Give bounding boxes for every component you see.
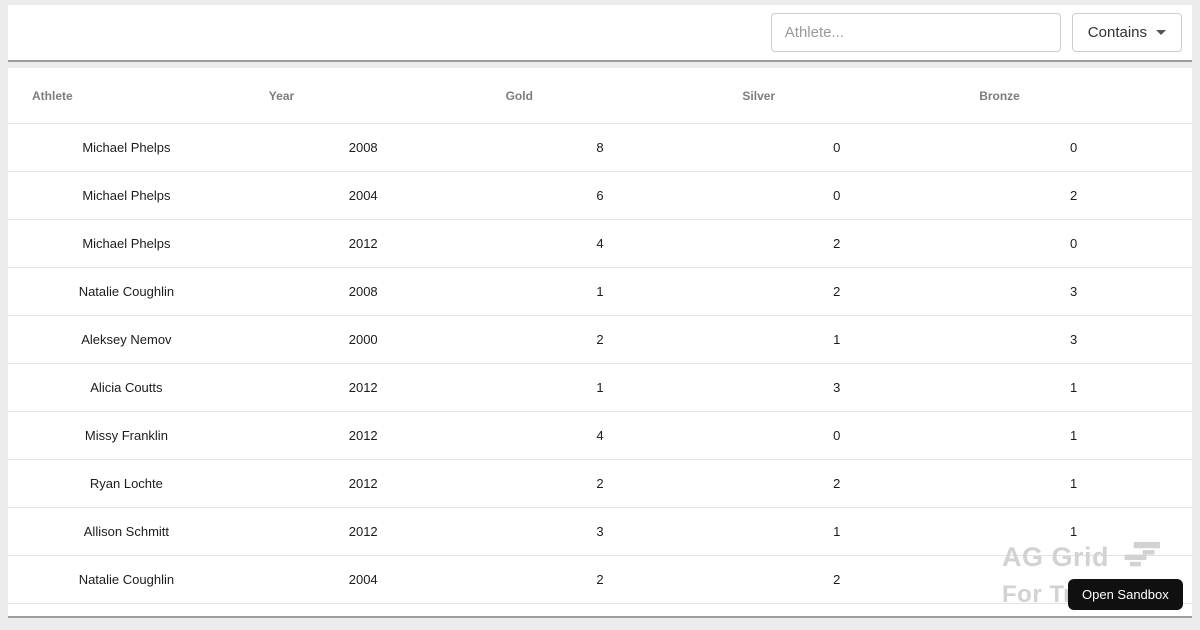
cell-athlete[interactable]: Michael Phelps — [8, 124, 245, 171]
cell-bronze[interactable]: 0 — [955, 220, 1192, 267]
page: Contains Athlete Year Gold Silver Bronze… — [0, 0, 1200, 630]
contains-dropdown-button[interactable]: Contains — [1071, 13, 1182, 52]
cell-year[interactable]: 2004 — [245, 172, 482, 219]
filter-type-label: Contains — [1087, 24, 1147, 41]
open-sandbox-button[interactable]: Open Sandbox — [1068, 579, 1183, 610]
table-row[interactable]: Ryan Lochte 2012 2 2 1 — [8, 460, 1192, 508]
cell-athlete[interactable]: Missy Franklin — [8, 412, 245, 459]
cell-athlete[interactable]: Natalie Coughlin — [8, 556, 245, 603]
cell-athlete[interactable]: Allison Schmitt — [8, 508, 245, 555]
column-header-athlete[interactable]: Athlete — [8, 68, 245, 123]
cell-athlete[interactable]: Michael Phelps — [8, 220, 245, 267]
cell-bronze[interactable]: 1 — [955, 460, 1192, 507]
table-row[interactable]: Michael Phelps 2004 6 0 2 — [8, 172, 1192, 220]
cell-year[interactable]: 2012 — [245, 220, 482, 267]
table-row[interactable]: Natalie Coughlin 2008 1 2 3 — [8, 268, 1192, 316]
table-row[interactable]: Michael Phelps 2008 8 0 0 — [8, 124, 1192, 172]
cell-gold[interactable]: 3 — [482, 508, 719, 555]
filter-toolbar: Contains — [8, 5, 1192, 62]
cell-bronze[interactable]: 2 — [955, 172, 1192, 219]
cell-gold[interactable]: 4 — [482, 220, 719, 267]
cell-year[interactable]: 2008 — [245, 124, 482, 171]
cell-year[interactable]: 2012 — [245, 364, 482, 411]
table-row[interactable]: Alicia Coutts 2012 1 3 1 — [8, 364, 1192, 412]
chevron-down-icon — [1156, 30, 1166, 35]
grid-body: Michael Phelps 2008 8 0 0 Michael Phelps 2004 6… — [8, 124, 1192, 604]
cell-silver[interactable]: 2 — [718, 460, 955, 507]
table-row[interactable]: Aleksey Nemov 2000 2 1 3 — [8, 316, 1192, 364]
table-row[interactable]: Natalie Coughlin 2004 2 2 — [8, 556, 1192, 604]
cell-gold[interactable]: 6 — [482, 172, 719, 219]
cell-year[interactable]: 2012 — [245, 508, 482, 555]
cell-gold[interactable]: 2 — [482, 316, 719, 363]
cell-gold[interactable]: 2 — [482, 460, 719, 507]
cell-silver[interactable]: 2 — [718, 268, 955, 315]
cell-silver[interactable]: 3 — [718, 364, 955, 411]
column-header-gold[interactable]: Gold — [482, 68, 719, 123]
athlete-filter-input[interactable] — [770, 13, 1061, 52]
cell-year[interactable]: 2008 — [245, 268, 482, 315]
cell-year[interactable]: 2004 — [245, 556, 482, 603]
cell-silver[interactable]: 2 — [718, 556, 955, 603]
cell-silver[interactable]: 1 — [718, 508, 955, 555]
cell-bronze[interactable]: 1 — [955, 508, 1192, 555]
cell-gold[interactable]: 4 — [482, 412, 719, 459]
table-row[interactable]: Michael Phelps 2012 4 2 0 — [8, 220, 1192, 268]
cell-silver[interactable]: 0 — [718, 172, 955, 219]
cell-gold[interactable]: 8 — [482, 124, 719, 171]
cell-silver[interactable]: 0 — [718, 412, 955, 459]
cell-athlete[interactable]: Aleksey Nemov — [8, 316, 245, 363]
cell-gold[interactable]: 2 — [482, 556, 719, 603]
table-row[interactable]: Missy Franklin 2012 4 0 1 — [8, 412, 1192, 460]
cell-bronze[interactable]: 3 — [955, 268, 1192, 315]
cell-bronze[interactable]: 1 — [955, 412, 1192, 459]
data-grid: Athlete Year Gold Silver Bronze Michael … — [8, 68, 1192, 618]
cell-bronze[interactable]: 3 — [955, 316, 1192, 363]
cell-athlete[interactable]: Michael Phelps — [8, 172, 245, 219]
grid-header-row: Athlete Year Gold Silver Bronze — [8, 68, 1192, 124]
cell-year[interactable]: 2000 — [245, 316, 482, 363]
column-header-year[interactable]: Year — [245, 68, 482, 123]
table-row[interactable]: Allison Schmitt 2012 3 1 1 — [8, 508, 1192, 556]
cell-athlete[interactable]: Natalie Coughlin — [8, 268, 245, 315]
cell-silver[interactable]: 0 — [718, 124, 955, 171]
cell-bronze[interactable]: 1 — [955, 364, 1192, 411]
cell-athlete[interactable]: Alicia Coutts — [8, 364, 245, 411]
cell-bronze[interactable]: 0 — [955, 124, 1192, 171]
column-header-silver[interactable]: Silver — [718, 68, 955, 123]
cell-silver[interactable]: 2 — [718, 220, 955, 267]
cell-athlete[interactable]: Ryan Lochte — [8, 460, 245, 507]
cell-year[interactable]: 2012 — [245, 412, 482, 459]
cell-silver[interactable]: 1 — [718, 316, 955, 363]
column-header-bronze[interactable]: Bronze — [955, 68, 1192, 123]
cell-gold[interactable]: 1 — [482, 364, 719, 411]
cell-year[interactable]: 2012 — [245, 460, 482, 507]
cell-gold[interactable]: 1 — [482, 268, 719, 315]
